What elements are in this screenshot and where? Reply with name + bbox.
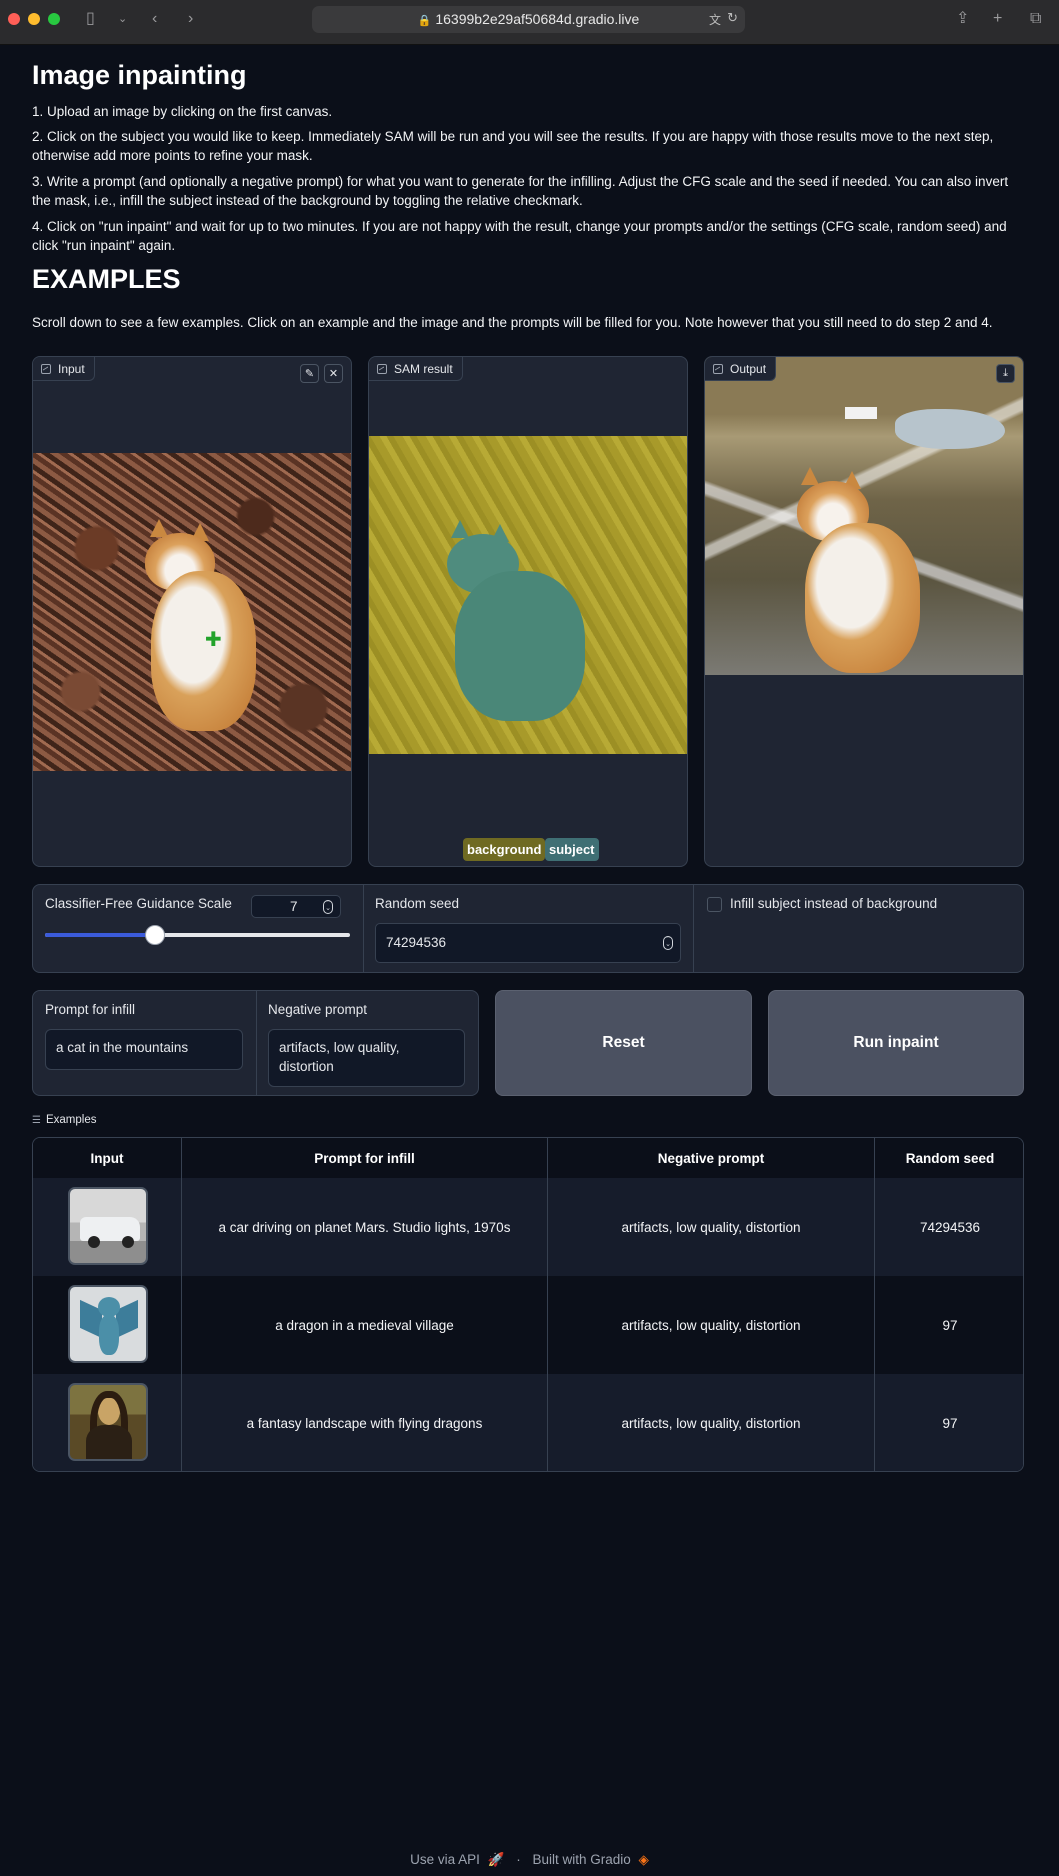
forward-icon[interactable]: › [188, 9, 193, 29]
negative-prompt-label: Negative prompt [268, 1002, 368, 1017]
example-negative: artifacts, low quality, distortion [548, 1276, 875, 1374]
legend-subject-tag: subject [545, 838, 599, 861]
back-icon[interactable]: ‹ [152, 9, 157, 29]
prompt-label: Prompt for infill [45, 1002, 136, 1017]
image-icon [377, 363, 387, 374]
example-prompt: a dragon in a medieval village [182, 1276, 548, 1374]
seed-label: Random seed [375, 896, 460, 911]
footer: Use via API 🚀 · Built with Gradio ◈ [0, 1852, 1059, 1868]
column-header-prompt: Prompt for infill [182, 1138, 548, 1178]
example-thumbnail-car[interactable] [68, 1187, 148, 1265]
sam-panel-label: SAM result [369, 357, 463, 381]
cat-body [151, 571, 256, 731]
column-header-input: Input [33, 1138, 182, 1178]
table-row[interactable]: a dragon in a medieval village artifacts… [33, 1276, 1023, 1374]
instruction-step-2: 2. Click on the subject you would like t… [32, 129, 994, 163]
table-row[interactable]: a car driving on planet Mars. Studio lig… [33, 1178, 1023, 1276]
input-image-panel[interactable]: Input ✎ ✕ ✚ [32, 356, 352, 867]
built-with-gradio-link[interactable]: Built with Gradio [532, 1852, 630, 1867]
seed-number-input[interactable]: 74294536 ⌃ ⌄ [375, 923, 681, 963]
cfg-slider[interactable] [45, 925, 350, 945]
run-inpaint-button[interactable]: Run inpaint [768, 990, 1024, 1096]
share-icon[interactable]: ⇪ [956, 9, 969, 29]
rocket-icon: 🚀 [487, 1852, 505, 1867]
example-thumbnail-mona-lisa[interactable] [68, 1383, 148, 1461]
example-negative: artifacts, low quality, distortion [548, 1178, 875, 1276]
selection-point-icon: ✚ [205, 629, 222, 651]
instruction-step-3: 3. Write a prompt (and optionally a nega… [32, 174, 1009, 208]
house [845, 407, 877, 419]
instruction-step-1: 1. Upload an image by clicking on the fi… [32, 104, 333, 119]
reset-button[interactable]: Reset [495, 990, 752, 1096]
mask-ear [451, 520, 469, 538]
example-seed: 97 [942, 1415, 958, 1431]
example-seed: 97 [942, 1317, 958, 1333]
lake [895, 409, 1005, 449]
invert-mask-label[interactable]: Infill subject instead of background [730, 896, 937, 911]
address-bar[interactable]: 🔒 16399b2e29af50684d.gradio.live 文 ↻ [312, 6, 745, 33]
sam-mask-image [369, 436, 687, 754]
lock-icon: 🔒 [417, 15, 432, 27]
settings-row: Classifier-Free Guidance Scale 7 ⌃ ⌄ Rand… [32, 884, 1024, 973]
input-image[interactable]: ✚ [33, 453, 351, 771]
download-icon[interactable]: ⤓ [996, 364, 1015, 383]
image-icon [713, 363, 723, 374]
browser-toolbar: ▯ ⌄ ‹ › 🔒 16399b2e29af50684d.gradio.live … [0, 0, 1059, 45]
mask-body [455, 571, 585, 721]
new-tab-icon[interactable]: + [993, 9, 1002, 29]
example-seed: 74294536 [919, 1219, 981, 1235]
cat-ear [801, 467, 819, 485]
negative-prompt-input[interactable]: artifacts, low quality, distortion [268, 1029, 465, 1087]
sidebar-icon[interactable]: ▯ [86, 9, 95, 29]
example-negative: artifacts, low quality, distortion [548, 1374, 875, 1471]
output-image [705, 357, 1023, 675]
spinner-icon[interactable]: ⌃ ⌄ [663, 936, 673, 950]
chevron-down-icon[interactable]: ⌄ [118, 9, 127, 29]
url-text: 16399b2e29af50684d.gradio.live [435, 11, 640, 27]
examples-note: Scroll down to see a few examples. Click… [32, 315, 993, 330]
use-via-api-link[interactable]: Use via API [410, 1852, 480, 1867]
example-thumbnail-dragon[interactable] [68, 1285, 148, 1363]
examples-title: ☰ Examples [32, 1114, 97, 1126]
instruction-step-4: 4. Click on "run inpaint" and wait for u… [32, 219, 1007, 253]
cfg-label: Classifier-Free Guidance Scale [45, 896, 232, 911]
column-header-negative: Negative prompt [548, 1138, 875, 1178]
examples-heading: EXAMPLES [32, 264, 181, 294]
footer-separator: · [516, 1852, 521, 1867]
translate-icon[interactable]: 文 [709, 11, 721, 28]
legend-background-tag: background [463, 838, 546, 861]
input-panel-label: Input [33, 357, 95, 381]
examples-table: Input Prompt for infill Negative prompt … [32, 1137, 1024, 1472]
table-row[interactable]: a fantasy landscape with flying dragons … [33, 1374, 1023, 1471]
output-panel-label: Output [705, 357, 777, 381]
cfg-number-input[interactable]: 7 ⌃ ⌄ [251, 895, 341, 918]
cat-body [805, 523, 920, 673]
reload-icon[interactable]: ↻ [727, 10, 738, 26]
zoom-window-button[interactable] [48, 13, 60, 25]
close-icon[interactable]: ✕ [324, 364, 343, 383]
column-header-seed: Random seed [875, 1138, 1023, 1178]
example-prompt: a fantasy landscape with flying dragons [182, 1374, 548, 1471]
prompt-row: Prompt for infill a cat in the mountains… [32, 990, 479, 1096]
minimize-window-button[interactable] [28, 13, 40, 25]
invert-mask-checkbox[interactable] [707, 897, 722, 912]
sam-result-panel: SAM result background subject [368, 356, 688, 867]
list-icon: ☰ [32, 1114, 41, 1126]
spinner-icon[interactable]: ⌃ ⌄ [323, 899, 333, 914]
edit-icon[interactable]: ✎ [300, 364, 319, 383]
tab-overview-icon[interactable]: ⧉ [1030, 9, 1041, 29]
prompt-input[interactable]: a cat in the mountains [45, 1029, 243, 1070]
example-prompt: a car driving on planet Mars. Studio lig… [182, 1178, 548, 1276]
page-title: Image inpainting [32, 60, 247, 90]
image-icon [41, 363, 51, 374]
gradio-logo-icon: ◈ [638, 1852, 649, 1867]
cat-ear [150, 519, 168, 537]
cfg-slider-thumb[interactable] [144, 925, 165, 945]
close-window-button[interactable] [8, 13, 20, 25]
output-panel: Output ⤓ [704, 356, 1024, 867]
